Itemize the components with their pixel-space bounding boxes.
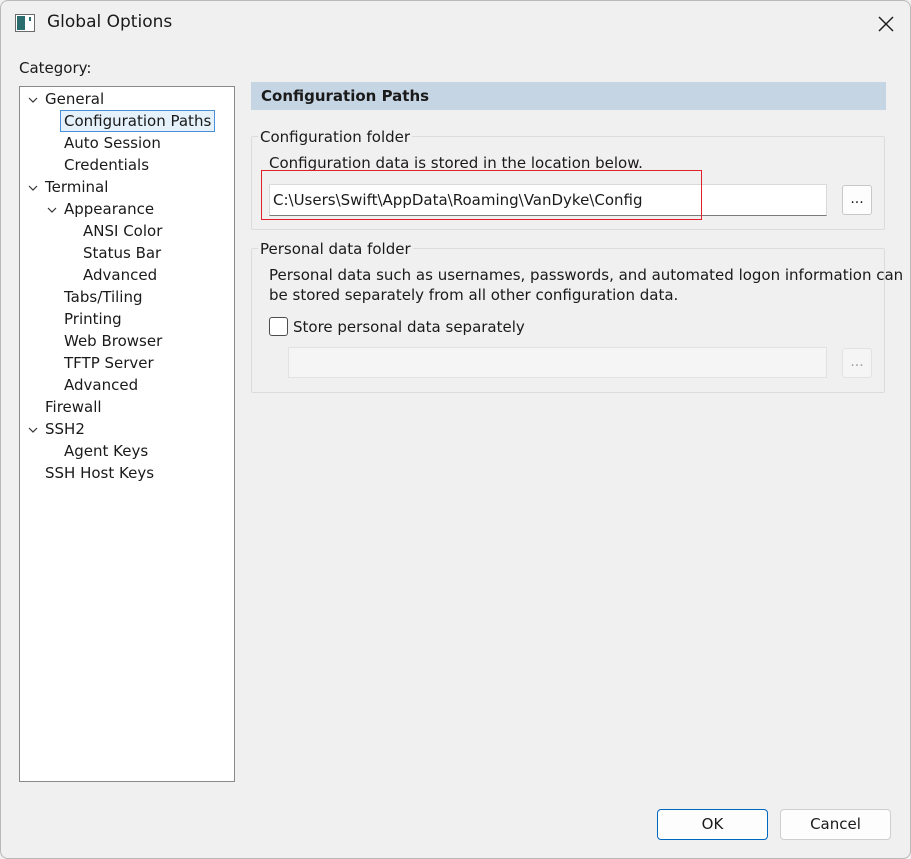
close-button[interactable] [864, 3, 908, 43]
tree-item-status-bar[interactable]: Status Bar [80, 242, 164, 264]
tree-item-tftp-server[interactable]: TFTP Server [61, 352, 157, 374]
section-title: Configuration Paths [261, 87, 430, 105]
tree-item-general[interactable]: General [42, 88, 107, 110]
tree-item-printing[interactable]: Printing [61, 308, 125, 330]
close-icon [878, 16, 894, 32]
cancel-button[interactable]: Cancel [780, 809, 891, 840]
personal-data-folder-title: Personal data folder [258, 240, 413, 258]
category-tree[interactable]: General Configuration Paths Auto Session… [19, 86, 235, 782]
personal-path-input[interactable] [288, 347, 827, 378]
configuration-folder-title: Configuration folder [258, 128, 413, 146]
tree-item-ansi-color[interactable]: ANSI Color [80, 220, 165, 242]
section-header: Configuration Paths [251, 82, 886, 110]
personal-data-description-line2: be stored separately from all other conf… [269, 286, 679, 304]
tree-item-web-browser[interactable]: Web Browser [61, 330, 165, 352]
tree-item-ssh-host-keys[interactable]: SSH Host Keys [42, 462, 157, 484]
app-icon [15, 14, 35, 32]
tree-item-terminal-advanced[interactable]: Advanced [61, 374, 141, 396]
store-separately-label[interactable]: Store personal data separately [293, 318, 525, 336]
tree-item-auto-session[interactable]: Auto Session [61, 132, 164, 154]
personal-data-description-line1: Personal data such as usernames, passwor… [269, 266, 904, 284]
title-bar: Global Options [1, 1, 910, 45]
window-title: Global Options [47, 12, 173, 32]
tree-item-terminal[interactable]: Terminal [42, 176, 111, 198]
store-separately-checkbox[interactable] [269, 317, 288, 336]
tree-item-agent-keys[interactable]: Agent Keys [61, 440, 151, 462]
global-options-window: Global Options Category: General Configu… [0, 0, 911, 859]
tree-item-configuration-paths[interactable]: Configuration Paths [60, 110, 216, 132]
chevron-down-icon[interactable] [28, 89, 38, 111]
path-highlight-box [261, 170, 702, 220]
tree-item-tabs-tiling[interactable]: Tabs/Tiling [61, 286, 146, 308]
chevron-down-icon[interactable] [28, 419, 38, 441]
tree-item-firewall[interactable]: Firewall [42, 396, 105, 418]
category-label: Category: [19, 59, 92, 77]
chevron-down-icon[interactable] [28, 177, 38, 199]
ok-button[interactable]: OK [657, 809, 768, 840]
tree-item-ssh2[interactable]: SSH2 [42, 418, 88, 440]
tree-item-appearance-advanced[interactable]: Advanced [80, 264, 160, 286]
chevron-down-icon[interactable] [47, 199, 57, 221]
personal-browse-button[interactable]: ... [842, 348, 872, 378]
tree-item-appearance[interactable]: Appearance [61, 198, 157, 220]
configuration-browse-button[interactable]: ... [842, 185, 872, 215]
tree-item-credentials[interactable]: Credentials [61, 154, 152, 176]
